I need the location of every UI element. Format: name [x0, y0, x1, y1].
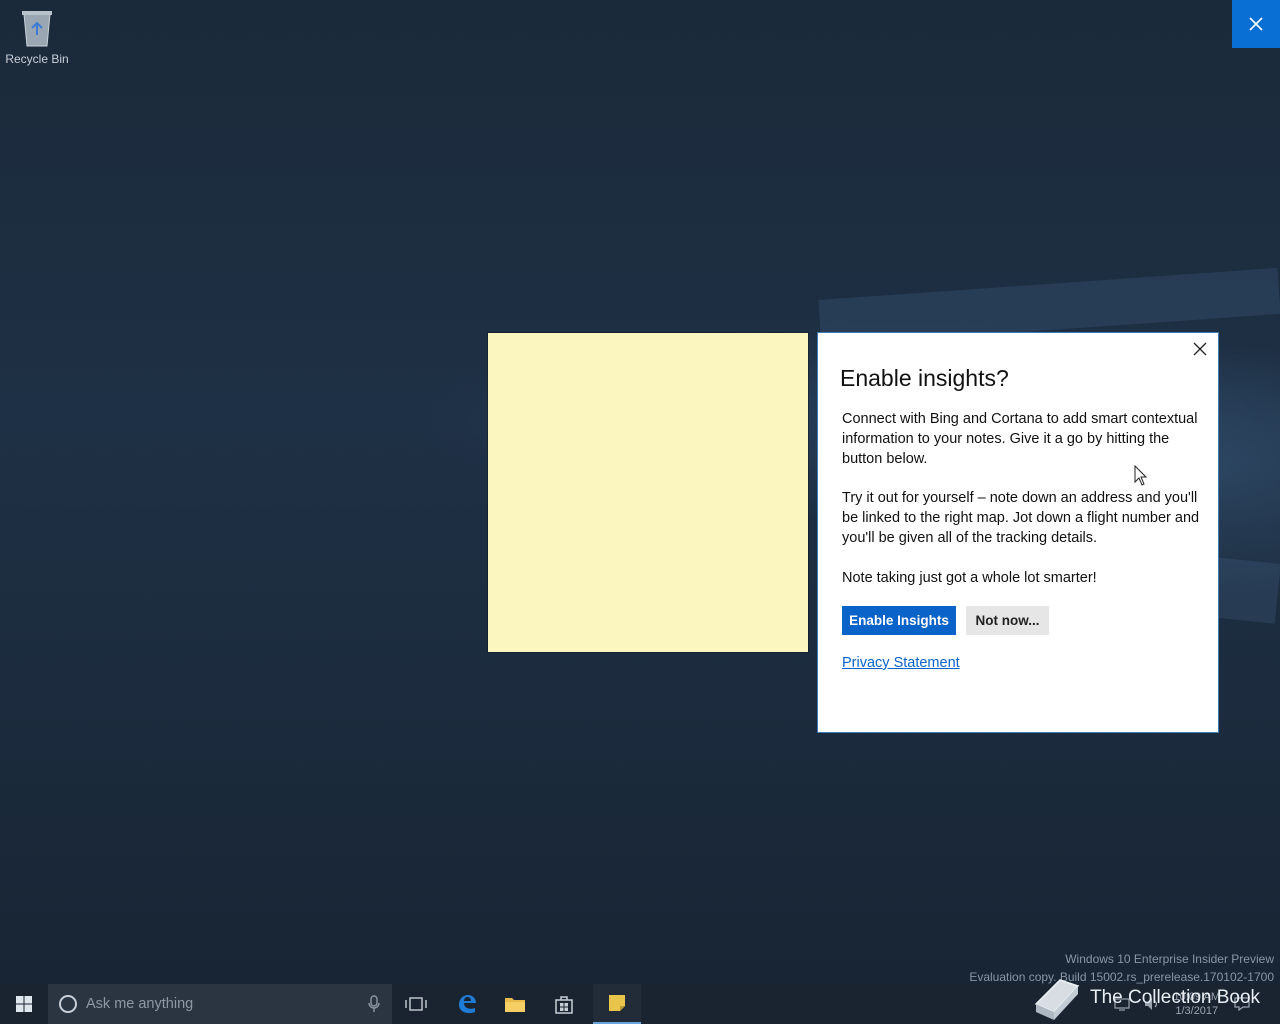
store-icon: [555, 996, 573, 1014]
sticky-note[interactable]: [488, 333, 808, 652]
start-button[interactable]: [0, 984, 48, 1024]
watermark-edition: Windows 10 Enterprise Insider Preview: [1065, 952, 1274, 966]
file-explorer-button[interactable]: [491, 984, 539, 1024]
task-view-icon: [405, 997, 427, 1011]
book-icon: [1034, 979, 1080, 1020]
cortana-icon: [59, 995, 77, 1013]
dialog-paragraph-intro: Connect with Bing and Cortana to add sma…: [842, 411, 1198, 467]
close-icon: [1249, 17, 1263, 31]
mouse-pointer-icon: [1134, 464, 1148, 492]
sticky-notes-icon: [609, 995, 625, 1011]
dialog-close-button[interactable]: [1190, 339, 1210, 359]
dialog-paragraph-tryit: Try it out for yourself – note down an a…: [842, 490, 1200, 546]
privacy-statement-link[interactable]: Privacy Statement: [842, 655, 960, 671]
dialog-paragraph-smarter: Note taking just got a whole lot smarter…: [842, 570, 1097, 586]
cortana-search-box[interactable]: Ask me anything: [48, 984, 392, 1024]
store-button[interactable]: [540, 984, 588, 1024]
brand-text: The Collection Book: [1090, 987, 1261, 1008]
folder-icon: [505, 998, 525, 1012]
enable-insights-button[interactable]: Enable Insights: [842, 606, 956, 635]
recycle-bin-icon: [20, 8, 54, 48]
recycle-bin[interactable]: Recycle Bin: [4, 8, 70, 66]
enable-insights-dialog: Enable insights? Connect with Bing and C…: [818, 333, 1218, 732]
collection-book-watermark: The Collection Book: [1030, 974, 1260, 1022]
overlay-close-button[interactable]: [1232, 0, 1280, 48]
edge-icon: [459, 995, 476, 1014]
search-placeholder: Ask me anything: [86, 996, 194, 1012]
recycle-bin-label: Recycle Bin: [5, 52, 69, 66]
task-view-button[interactable]: [392, 984, 440, 1024]
sticky-notes-taskbar-button[interactable]: [593, 984, 641, 1024]
windows-logo-icon: [16, 996, 32, 1012]
edge-browser-button[interactable]: [443, 984, 491, 1024]
not-now-button[interactable]: Not now...: [966, 606, 1049, 635]
microphone-icon[interactable]: [368, 995, 380, 1013]
dialog-title: Enable insights?: [840, 365, 1009, 391]
close-icon: [1193, 342, 1207, 356]
